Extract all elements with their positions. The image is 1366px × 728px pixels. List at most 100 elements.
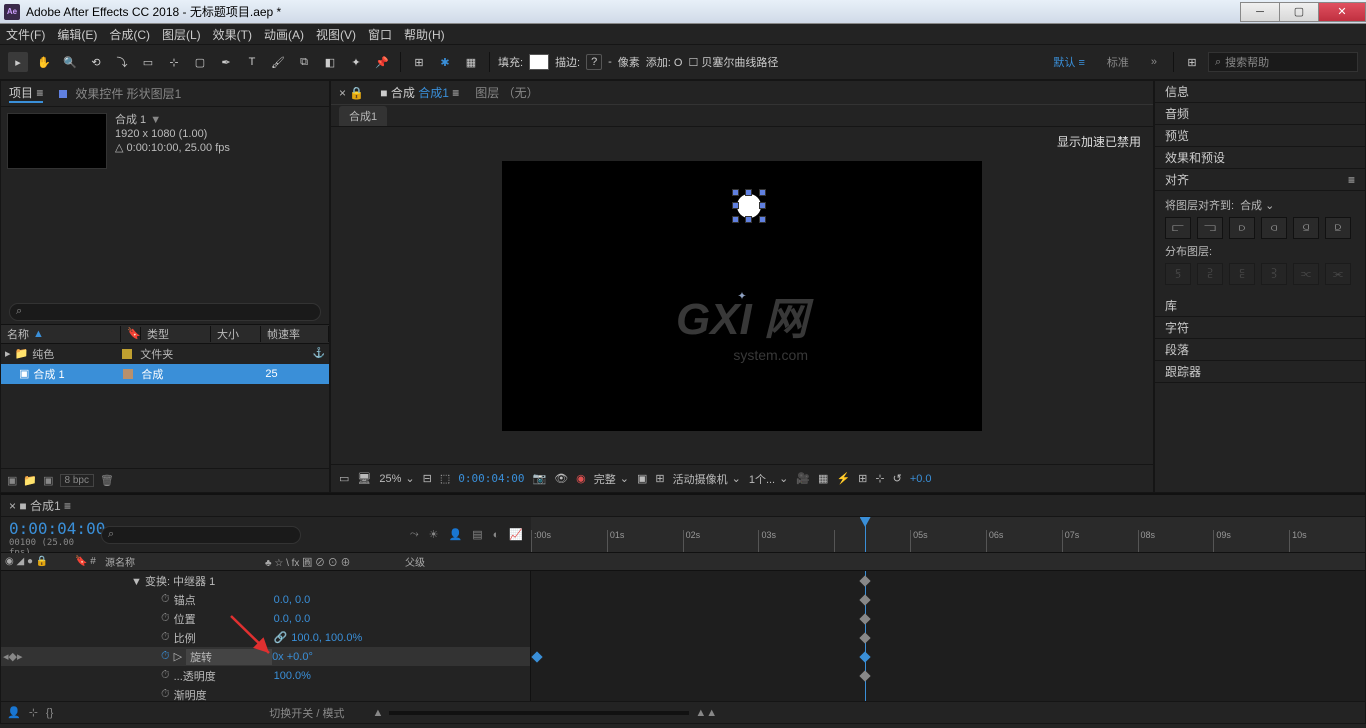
menu-animation[interactable]: 动画(A): [264, 26, 304, 43]
viewer-grid-icon[interactable]: ⊞: [655, 472, 664, 485]
viewer-timecode[interactable]: 0:00:04:00: [458, 472, 524, 485]
row-position[interactable]: ⏱位置0.0, 0.0: [1, 609, 530, 628]
row-rotation[interactable]: ◂ ◆ ▸⏱▷旋转0x +0.0°: [1, 647, 530, 666]
col-type[interactable]: 类型: [141, 326, 211, 342]
menu-view[interactable]: 视图(V): [316, 26, 356, 43]
project-item-comp[interactable]: ▣ 合成 1 合成 25: [1, 364, 329, 384]
viewer-flowchart-icon[interactable]: ⊹: [875, 472, 884, 485]
frame-blend-icon[interactable]: ▤: [472, 528, 482, 541]
playhead[interactable]: [865, 517, 866, 552]
viewer-channel-icon[interactable]: ◉: [576, 472, 586, 485]
viewer-comp-tab[interactable]: ■ 合成 合成1 ≡: [380, 84, 459, 101]
align-right[interactable]: ⫐: [1229, 217, 1255, 239]
row-opacity-end[interactable]: ⏱渐明度: [1, 685, 530, 701]
keyframe-rotation[interactable]: [859, 651, 870, 662]
row-transform-repeater[interactable]: ▼ 变换: 中继器 1: [1, 571, 530, 590]
stroke-width[interactable]: -: [608, 56, 612, 68]
roto-tool[interactable]: ✦: [346, 52, 366, 72]
viewer-zoom[interactable]: 25% ⌄: [379, 472, 414, 485]
next-kf-icon[interactable]: ▸: [17, 650, 23, 663]
viewer-resolution-icon[interactable]: ▭: [339, 472, 349, 485]
zoom-in-icon[interactable]: ▲▲: [695, 707, 717, 719]
keyframe[interactable]: [859, 575, 870, 586]
align-vcenter[interactable]: ⫑: [1293, 217, 1319, 239]
workspace-default[interactable]: 默认 ≡: [1045, 52, 1092, 72]
panel-info[interactable]: 信息: [1155, 81, 1365, 103]
col-source-name[interactable]: 源名称: [101, 554, 261, 569]
menu-edit[interactable]: 编辑(E): [57, 26, 97, 43]
comp-flowchart-icon[interactable]: ⤳: [410, 528, 419, 541]
motion-blur-icon[interactable]: ◐: [493, 529, 500, 541]
project-tab[interactable]: 项目 ≡: [9, 84, 43, 103]
timeline-shy-icon[interactable]: 👤: [7, 706, 21, 719]
zoom-tool[interactable]: 🔍: [60, 52, 80, 72]
viewer-quality[interactable]: 完整 ⌄: [594, 471, 629, 487]
align-to-select[interactable]: 合成 ⌄: [1240, 197, 1274, 213]
local-axis-icon[interactable]: ⊞: [409, 52, 429, 72]
bpc-button[interactable]: 8 bpc: [60, 474, 94, 487]
pan-behind-tool[interactable]: ⊹: [164, 52, 184, 72]
menu-file[interactable]: 文件(F): [6, 26, 45, 43]
stroke-unknown-icon[interactable]: ?: [586, 54, 602, 70]
snap-icon[interactable]: ✱: [435, 52, 455, 72]
stopwatch-icon[interactable]: ⏱: [161, 593, 170, 606]
viewer-pixel-icon[interactable]: ▦: [818, 472, 828, 485]
menu-effect[interactable]: 效果(T): [213, 26, 252, 43]
viewer-fast-icon[interactable]: ⊟: [423, 472, 432, 485]
rotate-tool[interactable]: ⤵: [112, 52, 132, 72]
keyframe-rotation-start[interactable]: [531, 651, 542, 662]
timeline-tab[interactable]: × ■ 合成1 ≡: [9, 497, 71, 514]
clone-tool[interactable]: ⧉: [294, 52, 314, 72]
stopwatch-icon[interactable]: ⏱: [161, 650, 170, 663]
bezier-checkbox[interactable]: ☐ 贝塞尔曲线路径: [688, 54, 778, 70]
interpret-icon[interactable]: ▣: [7, 474, 17, 487]
workspace-standard[interactable]: 标准: [1099, 52, 1137, 72]
workspace-icon[interactable]: ⊞: [1182, 52, 1202, 72]
minimize-button[interactable]: ─: [1240, 2, 1280, 22]
grid-icon[interactable]: ▦: [461, 52, 481, 72]
puppet-tool[interactable]: 📌: [372, 52, 392, 72]
draft3d-icon[interactable]: ☀: [429, 528, 439, 541]
menu-help[interactable]: 帮助(H): [404, 26, 445, 43]
zoom-out-icon[interactable]: ▲: [372, 707, 383, 719]
viewer-exposure[interactable]: +0.0: [910, 473, 932, 485]
comp-thumbnail[interactable]: [7, 113, 107, 169]
col-name[interactable]: 名称 ▲: [1, 326, 121, 342]
viewer-layer-tab[interactable]: 图层 （无）: [475, 84, 538, 101]
align-hcenter[interactable]: ⫎: [1197, 217, 1223, 239]
viewer-reset-exposure-icon[interactable]: ↺: [893, 472, 902, 485]
shy-icon[interactable]: 👤: [449, 528, 463, 541]
project-item-folder[interactable]: ▸📁 纯色 文件夹 ⚓: [1, 344, 329, 364]
eraser-tool[interactable]: ◧: [320, 52, 340, 72]
panel-character[interactable]: 字符: [1155, 317, 1365, 339]
viewer-lock-tab[interactable]: × 🔒: [339, 86, 364, 100]
menu-layer[interactable]: 图层(L): [162, 26, 201, 43]
menu-window[interactable]: 窗口: [368, 26, 392, 43]
row-scale[interactable]: ⏱比例🔗100.0, 100.0%: [1, 628, 530, 647]
timeline-track-area[interactable]: [531, 571, 1365, 701]
viewer-mask-icon[interactable]: ⬚: [440, 472, 450, 485]
help-search[interactable]: ⌕ 搜索帮助: [1208, 52, 1358, 72]
add-kf-icon[interactable]: ◆: [9, 650, 17, 663]
selected-shape[interactable]: [734, 191, 764, 221]
timeline-brackets-icon[interactable]: {}: [46, 707, 53, 719]
text-tool[interactable]: T: [242, 52, 262, 72]
row-anchor[interactable]: ⏱锚点0.0, 0.0: [1, 590, 530, 609]
viewer-camera[interactable]: 活动摄像机 ⌄: [673, 471, 741, 487]
graph-editor-icon[interactable]: 📈: [509, 528, 523, 541]
workspace-more[interactable]: »: [1143, 54, 1165, 70]
stopwatch-icon[interactable]: ⏱: [161, 631, 170, 644]
align-left[interactable]: ⫍: [1165, 217, 1191, 239]
panel-audio[interactable]: 音频: [1155, 103, 1365, 125]
camera-tool[interactable]: ▭: [138, 52, 158, 72]
col-parent[interactable]: 父级: [401, 554, 531, 569]
zoom-slider[interactable]: [389, 711, 689, 715]
align-top[interactable]: ⫏: [1261, 217, 1287, 239]
add-label[interactable]: 添加: O: [646, 54, 683, 70]
toggle-switches-button[interactable]: 切换开关 / 模式: [269, 705, 344, 721]
panel-effects[interactable]: 效果和预设: [1155, 147, 1365, 169]
keyframe[interactable]: [859, 594, 870, 605]
panel-align[interactable]: 对齐≡: [1155, 169, 1365, 191]
viewer-show-snapshot-icon[interactable]: 👁: [554, 472, 568, 485]
close-button[interactable]: ✕: [1318, 2, 1366, 22]
